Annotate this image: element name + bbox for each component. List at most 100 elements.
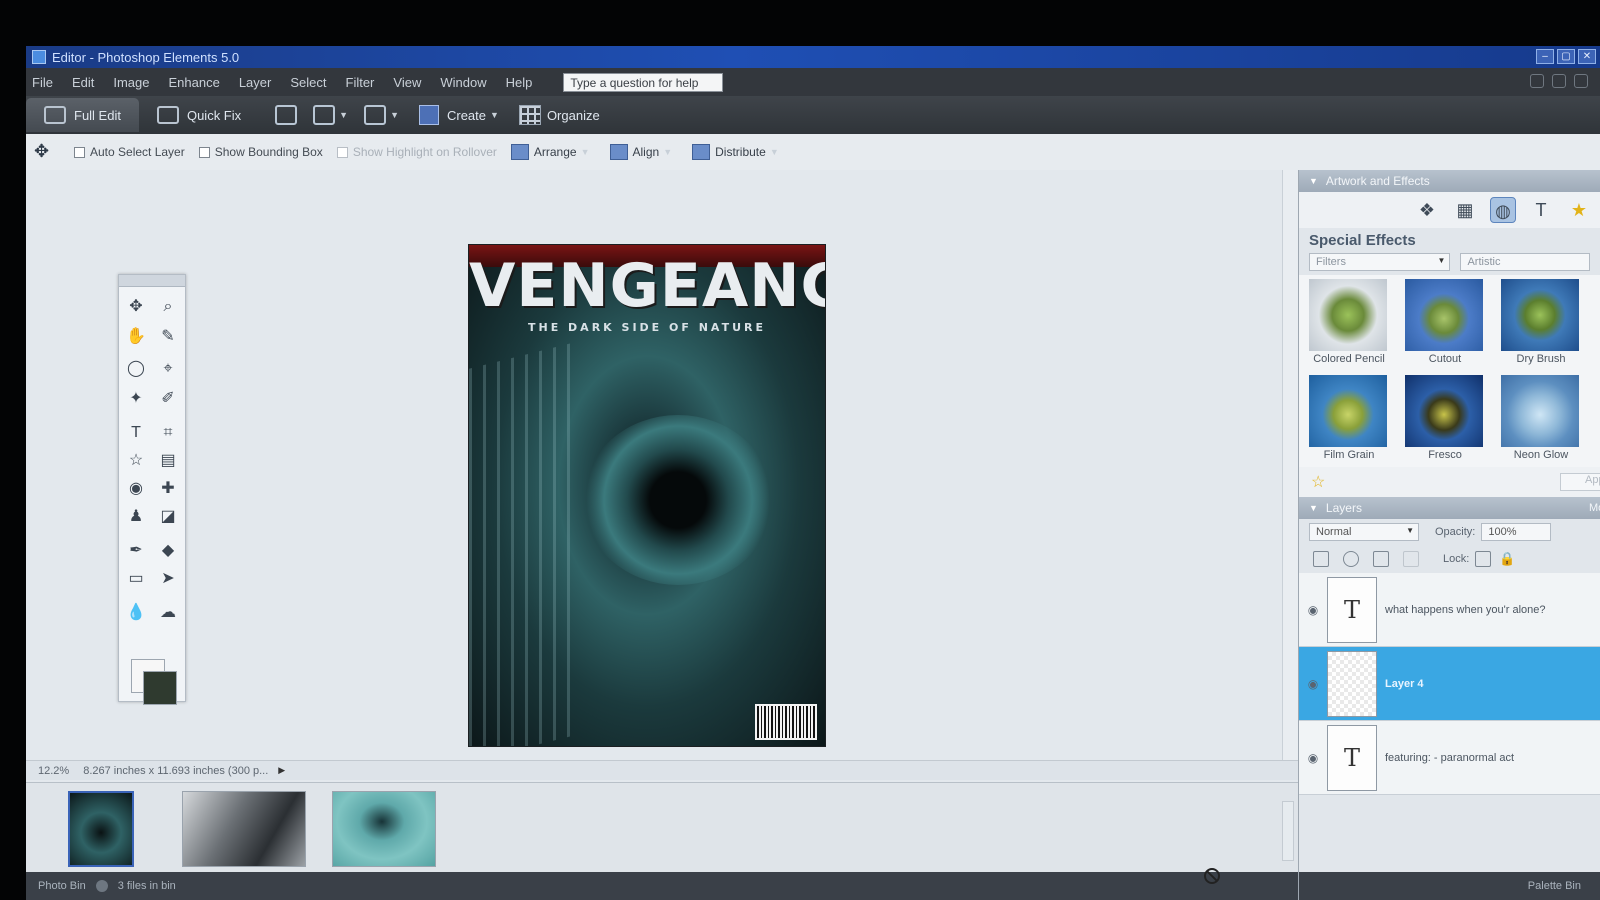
visibility-eye-icon[interactable]: ◉	[1299, 677, 1327, 691]
delete-layer-icon[interactable]	[1373, 551, 1389, 567]
shape-tool-icon[interactable]: ▭	[123, 567, 149, 591]
red-eye-tool-icon[interactable]: ◉	[123, 477, 149, 501]
close-button[interactable]: ✕	[1578, 49, 1596, 64]
menu-view[interactable]: View	[393, 75, 421, 90]
photo-bin-scrollbar[interactable]	[1282, 801, 1294, 861]
menu-layer[interactable]: Layer	[239, 75, 272, 90]
collapse-triangle-icon[interactable]: ▼	[1309, 176, 1318, 186]
magic-wand-tool-icon[interactable]: ✦	[123, 387, 149, 411]
status-menu-arrow-icon[interactable]: ▶	[278, 765, 285, 776]
add-favorite-star-icon[interactable]: ☆	[1311, 472, 1325, 492]
bin-thumbnail[interactable]	[332, 791, 436, 867]
special-effects-icon[interactable]: ◍	[1490, 197, 1516, 223]
toolbox-grip[interactable]	[119, 275, 185, 287]
healing-brush-tool-icon[interactable]: ✚	[155, 477, 181, 501]
auto-select-layer-checkbox[interactable]: Auto Select Layer	[74, 145, 185, 159]
maximize-button[interactable]: ▢	[1557, 49, 1575, 64]
effect-film-grain[interactable]: Film Grain	[1303, 371, 1395, 465]
canvas-vertical-scrollbar[interactable]	[1282, 170, 1298, 760]
marquee-tool-icon[interactable]: ◯	[123, 357, 149, 381]
chevron-down-icon[interactable]: ▼	[390, 110, 399, 120]
effect-colored-pencil[interactable]: Colored Pencil	[1303, 275, 1395, 369]
blend-mode-select[interactable]: Normal ▼	[1309, 523, 1419, 541]
adjustment-layer-icon[interactable]	[1343, 551, 1359, 567]
menu-select[interactable]: Select	[290, 75, 326, 90]
menu-window[interactable]: Window	[440, 75, 486, 90]
clone-stamp-tool-icon[interactable]: ♟	[123, 505, 149, 529]
restore-icon[interactable]	[1574, 74, 1588, 88]
effect-dry-brush[interactable]: Dry Brush	[1495, 275, 1587, 369]
apply-button[interactable]: Apply	[1560, 473, 1600, 491]
selection-brush-tool-icon[interactable]: ✐	[155, 387, 181, 411]
menu-help[interactable]: Help	[506, 75, 533, 90]
email-icon[interactable]	[364, 105, 387, 125]
layer-row-selected[interactable]: ◉ Layer 4	[1299, 647, 1600, 721]
effect-cutout[interactable]: Cutout	[1399, 275, 1491, 369]
cookie-cutter-tool-icon[interactable]: ☆	[123, 449, 149, 473]
tab-full-edit[interactable]: Full Edit	[26, 98, 139, 132]
shape-select-tool-icon[interactable]: ➤	[155, 567, 181, 591]
text-effects-icon[interactable]: T	[1528, 197, 1554, 223]
themes-icon[interactable]: ▦	[1452, 197, 1478, 223]
document-canvas[interactable]: VENGEANCE THE DARK SIDE OF NATURE	[468, 244, 826, 747]
align-dropdown[interactable]: Align ▼	[609, 144, 672, 160]
collapse-triangle-icon[interactable]: ▼	[1309, 503, 1318, 513]
effects-category-select[interactable]: Filters ▼	[1309, 253, 1451, 271]
palette-bin-toggle[interactable]: Palette Bin	[1528, 880, 1581, 892]
move-tool-icon[interactable]: ✥	[123, 295, 149, 319]
foreground-color-swatch[interactable]	[143, 671, 177, 705]
canvas-workspace[interactable]: ✥ ⌕ ✋ ✎ ◯ ⌖ ✦ ✐ T ⌗ ☆ ▤ ◉ ✚ ♟ ◪ ✒ ◆ ▭ ➤ …	[26, 170, 1298, 782]
distribute-dropdown[interactable]: Distribute ▼	[692, 144, 779, 160]
menu-enhance[interactable]: Enhance	[169, 75, 220, 90]
eyedropper-tool-icon[interactable]: ✎	[155, 325, 181, 349]
effects-subcategory-select[interactable]: Artistic	[1460, 253, 1590, 271]
link-layer-icon[interactable]	[1403, 551, 1419, 567]
layer-row[interactable]: ◉ T what happens when you'r alone?	[1299, 573, 1600, 647]
zoom-tool-icon[interactable]: ⌕	[155, 295, 181, 319]
checkbox-box[interactable]	[198, 146, 210, 158]
crop-tool-icon[interactable]: ⌗	[155, 421, 181, 445]
menu-image[interactable]: Image	[113, 75, 149, 90]
layers-header[interactable]: ▼ Layers More	[1299, 497, 1600, 519]
photo-bin-label[interactable]: Photo Bin	[38, 880, 86, 892]
layers-more-menu[interactable]: More	[1589, 502, 1600, 514]
lock-icon[interactable]: 🔒	[1499, 551, 1515, 567]
type-tool-icon[interactable]: T	[123, 421, 149, 445]
paint-bucket-tool-icon[interactable]: ◆	[155, 539, 181, 563]
bin-thumbnail[interactable]	[182, 791, 306, 867]
checkbox-box[interactable]	[74, 146, 85, 158]
share-icon[interactable]	[313, 105, 336, 125]
workspace-icon[interactable]	[1530, 74, 1544, 88]
bin-options-icon[interactable]	[95, 880, 108, 892]
print-icon[interactable]	[275, 105, 298, 125]
show-bounding-box-checkbox[interactable]: Show Bounding Box	[198, 145, 323, 159]
hand-tool-icon[interactable]: ✋	[123, 325, 149, 349]
help-search-input[interactable]: Type a question for help	[563, 72, 724, 92]
brush-tool-icon[interactable]: ✒	[123, 539, 149, 563]
menu-edit[interactable]: Edit	[72, 75, 94, 90]
create-button[interactable]: Create ▼	[418, 105, 499, 125]
effect-fresco[interactable]: Fresco	[1399, 371, 1491, 465]
artwork-effects-header[interactable]: ▼ Artwork and Effects	[1299, 170, 1600, 192]
eraser-tool-icon[interactable]: ◪	[155, 505, 181, 529]
visibility-eye-icon[interactable]: ◉	[1299, 751, 1327, 765]
favorites-star-icon[interactable]: ★	[1566, 197, 1592, 223]
new-layer-icon[interactable]	[1313, 551, 1329, 567]
minimize-button[interactable]: –	[1536, 49, 1554, 64]
opacity-input[interactable]: 100%	[1481, 523, 1552, 541]
layer-row[interactable]: ◉ T featuring: - paranormal act	[1299, 721, 1600, 795]
straighten-tool-icon[interactable]: ▤	[155, 449, 181, 473]
arrange-dropdown[interactable]: Arrange ▼	[510, 144, 590, 160]
bin-thumbnail[interactable]	[68, 791, 134, 867]
menu-file[interactable]: File	[32, 75, 53, 90]
menu-filter[interactable]: Filter	[346, 75, 375, 90]
visibility-eye-icon[interactable]: ◉	[1299, 603, 1327, 617]
chevron-down-icon[interactable]: ▼	[339, 110, 348, 120]
lasso-tool-icon[interactable]: ⌖	[155, 357, 181, 381]
smudge-tool-icon[interactable]: ☁	[155, 601, 181, 625]
tab-quick-fix[interactable]: Quick Fix	[139, 98, 259, 132]
arrange-windows-icon[interactable]	[1552, 74, 1566, 88]
blur-tool-icon[interactable]: 💧	[123, 601, 149, 625]
lock-transparency-icon[interactable]	[1475, 551, 1492, 567]
organize-button[interactable]: Organize	[518, 105, 600, 125]
